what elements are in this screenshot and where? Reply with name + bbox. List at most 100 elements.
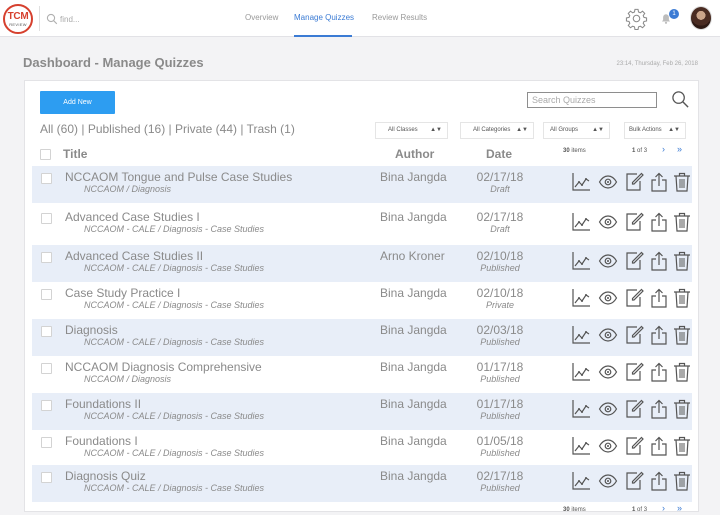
filter-all[interactable]: All (60) bbox=[40, 122, 78, 136]
row-checkbox[interactable] bbox=[41, 437, 52, 448]
trash-icon[interactable] bbox=[672, 325, 692, 345]
next-page-button[interactable]: › bbox=[662, 144, 665, 154]
search-quizzes-input[interactable] bbox=[527, 92, 657, 108]
view-icon[interactable] bbox=[598, 471, 618, 491]
table-row[interactable]: Advanced Case Studies II NCCAOM - CALE / … bbox=[32, 245, 692, 282]
select-all-checkbox[interactable] bbox=[40, 149, 51, 160]
edit-icon[interactable] bbox=[624, 436, 644, 456]
add-new-button[interactable]: Add New bbox=[40, 91, 115, 114]
view-icon[interactable] bbox=[598, 399, 618, 419]
category-filter-select[interactable]: All Categories ▲▼ bbox=[460, 122, 534, 139]
view-icon[interactable] bbox=[598, 172, 618, 192]
column-header-title[interactable]: Title bbox=[63, 147, 87, 161]
quiz-title[interactable]: Advanced Case Studies II bbox=[65, 249, 203, 263]
table-row[interactable]: Case Study Practice I NCCAOM - CALE / Dia… bbox=[32, 282, 692, 319]
row-checkbox[interactable] bbox=[41, 472, 52, 483]
export-icon[interactable] bbox=[649, 362, 669, 382]
trash-icon[interactable] bbox=[672, 288, 692, 308]
column-header-date[interactable]: Date bbox=[486, 147, 512, 161]
table-row[interactable]: Diagnosis Quiz NCCAOM - CALE / Diagnosis … bbox=[32, 465, 692, 502]
last-page-button[interactable]: » bbox=[677, 144, 682, 154]
edit-icon[interactable] bbox=[624, 471, 644, 491]
stats-icon[interactable] bbox=[571, 362, 591, 382]
view-icon[interactable] bbox=[598, 325, 618, 345]
edit-icon[interactable] bbox=[624, 251, 644, 271]
table-row[interactable]: NCCAOM Diagnosis Comprehensive NCCAOM / D… bbox=[32, 356, 692, 393]
table-row[interactable]: NCCAOM Tongue and Pulse Case Studies NCCA… bbox=[32, 166, 692, 203]
stats-icon[interactable] bbox=[571, 436, 591, 456]
quiz-title[interactable]: Diagnosis Quiz bbox=[65, 469, 146, 483]
row-checkbox[interactable] bbox=[41, 213, 52, 224]
row-checkbox[interactable] bbox=[41, 173, 52, 184]
stats-icon[interactable] bbox=[571, 172, 591, 192]
tab-manage-quizzes[interactable]: Manage Quizzes bbox=[294, 13, 354, 22]
find-input[interactable] bbox=[60, 11, 180, 27]
export-icon[interactable] bbox=[649, 436, 669, 456]
quiz-title[interactable]: NCCAOM Diagnosis Comprehensive bbox=[65, 360, 262, 374]
edit-icon[interactable] bbox=[624, 325, 644, 345]
quiz-title[interactable]: Foundations II bbox=[65, 397, 141, 411]
row-checkbox[interactable] bbox=[41, 400, 52, 411]
trash-icon[interactable] bbox=[672, 172, 692, 192]
trash-icon[interactable] bbox=[672, 436, 692, 456]
filter-published[interactable]: Published (16) bbox=[88, 122, 165, 136]
quiz-title[interactable]: Advanced Case Studies I bbox=[65, 210, 200, 224]
trash-icon[interactable] bbox=[672, 362, 692, 382]
filter-private[interactable]: Private (44) bbox=[175, 122, 237, 136]
export-icon[interactable] bbox=[649, 212, 669, 232]
view-icon[interactable] bbox=[598, 436, 618, 456]
stats-icon[interactable] bbox=[571, 288, 591, 308]
trash-icon[interactable] bbox=[672, 251, 692, 271]
edit-icon[interactable] bbox=[624, 212, 644, 232]
stats-icon[interactable] bbox=[571, 251, 591, 271]
export-icon[interactable] bbox=[649, 471, 669, 491]
trash-icon[interactable] bbox=[672, 399, 692, 419]
row-checkbox[interactable] bbox=[41, 326, 52, 337]
table-row[interactable]: Foundations I NCCAOM - CALE / Diagnosis -… bbox=[32, 430, 692, 467]
view-icon[interactable] bbox=[598, 362, 618, 382]
view-icon[interactable] bbox=[598, 212, 618, 232]
quiz-title[interactable]: NCCAOM Tongue and Pulse Case Studies bbox=[65, 170, 292, 184]
stats-icon[interactable] bbox=[571, 212, 591, 232]
stats-icon[interactable] bbox=[571, 399, 591, 419]
column-header-author[interactable]: Author bbox=[395, 147, 434, 161]
quiz-title[interactable]: Case Study Practice I bbox=[65, 286, 180, 300]
edit-icon[interactable] bbox=[624, 288, 644, 308]
row-checkbox[interactable] bbox=[41, 252, 52, 263]
quiz-author: Bina Jangda bbox=[380, 360, 447, 374]
stats-icon[interactable] bbox=[571, 325, 591, 345]
tab-review-results[interactable]: Review Results bbox=[372, 13, 427, 22]
tab-overview[interactable]: Overview bbox=[245, 13, 278, 22]
export-icon[interactable] bbox=[649, 325, 669, 345]
row-checkbox[interactable] bbox=[41, 289, 52, 300]
group-filter-select[interactable]: All Groups ▲▼ bbox=[543, 122, 610, 139]
search-icon[interactable] bbox=[45, 12, 59, 26]
quiz-title[interactable]: Diagnosis bbox=[65, 323, 118, 337]
last-page-button-bottom[interactable]: » bbox=[677, 503, 682, 513]
trash-icon[interactable] bbox=[672, 471, 692, 491]
table-row[interactable]: Diagnosis NCCAOM - CALE / Diagnosis - Cas… bbox=[32, 319, 692, 356]
table-row[interactable]: Foundations II NCCAOM - CALE / Diagnosis … bbox=[32, 393, 692, 430]
edit-icon[interactable] bbox=[624, 172, 644, 192]
stats-icon[interactable] bbox=[571, 471, 591, 491]
quiz-title[interactable]: Foundations I bbox=[65, 434, 138, 448]
table-row[interactable]: Advanced Case Studies I NCCAOM - CALE / D… bbox=[32, 206, 692, 243]
next-page-button-bottom[interactable]: › bbox=[662, 503, 665, 513]
edit-icon[interactable] bbox=[624, 399, 644, 419]
tcm-review-logo[interactable]: TCM REVIEW bbox=[3, 4, 33, 34]
export-icon[interactable] bbox=[649, 399, 669, 419]
class-filter-select[interactable]: All Classes ▲▼ bbox=[375, 122, 448, 139]
row-checkbox[interactable] bbox=[41, 363, 52, 374]
export-icon[interactable] bbox=[649, 251, 669, 271]
search-icon[interactable] bbox=[671, 90, 690, 109]
bulk-actions-select[interactable]: Bulk Actions ▲▼ bbox=[624, 122, 686, 139]
gear-icon[interactable] bbox=[625, 7, 648, 30]
export-icon[interactable] bbox=[649, 172, 669, 192]
view-icon[interactable] bbox=[598, 251, 618, 271]
export-icon[interactable] bbox=[649, 288, 669, 308]
avatar[interactable] bbox=[690, 6, 712, 30]
edit-icon[interactable] bbox=[624, 362, 644, 382]
filter-trash[interactable]: Trash (1) bbox=[247, 122, 295, 136]
trash-icon[interactable] bbox=[672, 212, 692, 232]
view-icon[interactable] bbox=[598, 288, 618, 308]
